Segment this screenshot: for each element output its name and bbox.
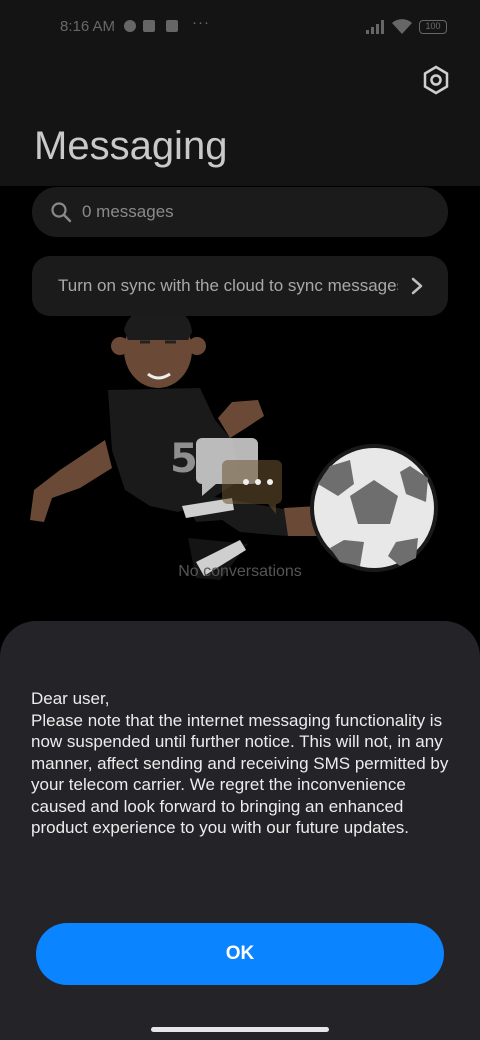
status-bar: 8:16 AM ··· 100	[0, 0, 480, 52]
status-app-icon	[143, 20, 155, 32]
search-input[interactable]: 0 messages	[82, 202, 174, 222]
home-indicator[interactable]	[151, 1027, 329, 1032]
page-title: Messaging	[34, 124, 228, 168]
messaging-app: 8:16 AM ··· 100 Messaging 0 messages 5 T…	[0, 0, 480, 1040]
empty-state-label: No conversations	[178, 563, 302, 580]
wifi-icon	[392, 19, 412, 34]
status-time: 8:16 AM	[60, 18, 116, 35]
footballer-illustration: 5	[30, 307, 438, 580]
cloud-sync-text: Turn on sync with the cloud to sync mess…	[58, 276, 398, 295]
notice-message: Dear user, Please note that the internet…	[31, 688, 461, 839]
battery-icon: 100	[419, 20, 447, 34]
svg-text:5: 5	[170, 436, 198, 482]
settings-hex-icon[interactable]	[420, 64, 452, 96]
cloud-sync-banner[interactable]: Turn on sync with the cloud to sync mess…	[32, 256, 448, 316]
chevron-right-icon	[411, 277, 423, 295]
notice-greeting: Dear user,	[31, 689, 110, 708]
search-bar[interactable]: 0 messages	[32, 187, 448, 237]
notice-body: Please note that the internet messaging …	[31, 710, 449, 838]
status-app-icon	[166, 20, 178, 32]
ok-button[interactable]: OK	[36, 923, 444, 985]
search-icon	[51, 202, 72, 223]
status-more-dots: ···	[192, 14, 210, 31]
signal-icon	[366, 20, 384, 34]
status-app-icon	[124, 20, 136, 32]
